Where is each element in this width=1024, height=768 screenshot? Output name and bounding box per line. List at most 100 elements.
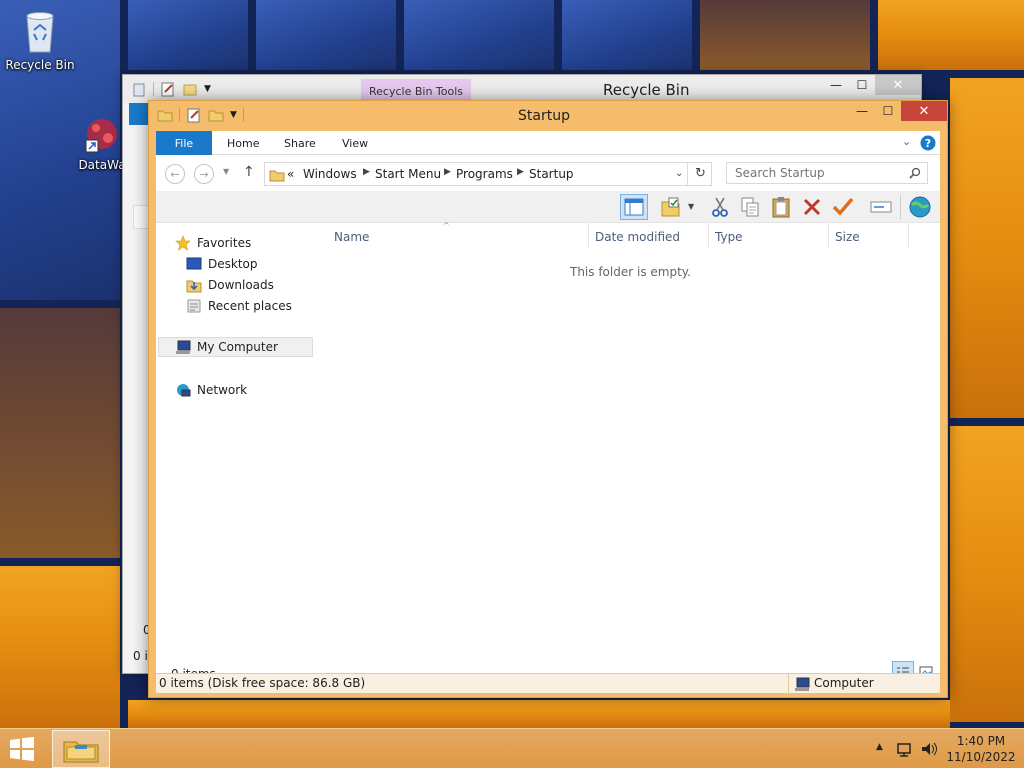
- nav-favorites-label: Favorites: [197, 236, 252, 250]
- quick-access-toolbar: ▼: [131, 81, 211, 97]
- nav-recent-places[interactable]: Recent places: [186, 296, 292, 316]
- new-folder-icon[interactable]: [182, 81, 198, 97]
- nav-downloads-label: Downloads: [208, 278, 274, 292]
- breadcrumb-windows[interactable]: Windows: [303, 167, 357, 181]
- start-button[interactable]: [8, 737, 36, 764]
- minimize-button[interactable]: —: [823, 75, 849, 95]
- expand-ribbon-icon[interactable]: ⌄: [902, 135, 911, 148]
- navigation-pane: Favorites Desktop Downloads Recent place…: [156, 223, 316, 647]
- rename-icon: [870, 201, 892, 213]
- column-header-date-modified[interactable]: Date modified: [595, 230, 680, 244]
- desktop-icon: [186, 257, 202, 270]
- clock[interactable]: 1:40 PM 11/10/2022: [946, 734, 1016, 764]
- minimize-button[interactable]: —: [849, 101, 875, 121]
- nav-downloads[interactable]: Downloads: [186, 275, 274, 295]
- wallpaper-pane: [878, 0, 1024, 70]
- taskbar-file-explorer-button[interactable]: [52, 730, 110, 768]
- nav-network[interactable]: Network: [175, 380, 247, 400]
- clock-time: 1:40 PM: [956, 734, 1006, 748]
- network-button[interactable]: [906, 194, 934, 220]
- nav-network-label: Network: [197, 383, 248, 397]
- nav-desktop[interactable]: Desktop: [186, 254, 258, 274]
- search-input[interactable]: [735, 166, 905, 180]
- tab-home[interactable]: Home: [227, 131, 259, 155]
- empty-folder-message: This folder is empty.: [570, 265, 691, 279]
- separator: [153, 82, 154, 96]
- nav-favorites[interactable]: Favorites: [175, 233, 251, 253]
- startup-title: Startup: [518, 108, 570, 124]
- recent-locations-dropdown[interactable]: ▼: [223, 167, 229, 176]
- tab-share[interactable]: Share: [284, 131, 316, 155]
- breadcrumb-startup[interactable]: Startup: [529, 167, 574, 181]
- column-header-name[interactable]: Name: [334, 230, 369, 244]
- properties-button[interactable]: [657, 194, 685, 220]
- properties-icon[interactable]: [160, 81, 176, 97]
- wallpaper-pane: [562, 0, 692, 70]
- wallpaper-pane: [128, 700, 950, 728]
- column-header-size[interactable]: Size: [835, 230, 860, 244]
- recycle-bin-titlebar[interactable]: ▼ Recycle Bin Tools Recycle Bin — ☐ ✕: [123, 75, 921, 103]
- cut-button[interactable]: [706, 194, 734, 220]
- nav-my-computer[interactable]: My Computer: [158, 337, 313, 357]
- breadcrumb-separator-icon[interactable]: ▶: [517, 167, 524, 177]
- taskbar: ▲ 1:40 PM 11/10/2022: [0, 728, 1024, 768]
- tab-file[interactable]: File: [156, 131, 212, 155]
- desktop-icon-label: DataWa: [78, 158, 126, 172]
- checkmark-icon: [832, 197, 854, 216]
- help-icon[interactable]: ?: [920, 135, 936, 151]
- network-tray-icon[interactable]: [896, 740, 914, 758]
- computer-icon: [795, 677, 810, 691]
- forward-button[interactable]: →: [194, 164, 214, 184]
- delete-button[interactable]: [798, 194, 826, 220]
- volume-tray-icon[interactable]: [920, 740, 938, 758]
- tab-view[interactable]: View: [342, 131, 368, 155]
- address-row: ← → ▼ ↑ « Windows ▶ Start Menu ▶ Program…: [156, 155, 940, 191]
- network-icon: [177, 384, 191, 397]
- up-button[interactable]: ↑: [243, 164, 255, 180]
- breadcrumb-separator-icon[interactable]: ▶: [444, 167, 451, 177]
- breadcrumb-separator-icon[interactable]: ▶: [363, 167, 370, 177]
- recycle-caption-buttons: — ☐ ✕: [823, 75, 921, 95]
- breadcrumb-overflow[interactable]: «: [287, 167, 294, 181]
- paste-button[interactable]: [767, 194, 795, 220]
- properties-dropdown-icon[interactable]: ▼: [688, 202, 694, 211]
- back-button[interactable]: ←: [165, 164, 185, 184]
- column-divider[interactable]: [828, 223, 829, 247]
- column-divider[interactable]: [588, 223, 589, 247]
- wallpaper-pane: [700, 0, 870, 70]
- customize-dropdown-icon[interactable]: ▼: [204, 84, 211, 94]
- separator: [788, 674, 789, 694]
- startup-titlebar[interactable]: ▼ Startup — ☐ ✕: [149, 101, 947, 131]
- rename-field-button[interactable]: [867, 194, 895, 220]
- scissors-icon: [712, 197, 728, 217]
- close-button[interactable]: ✕: [901, 101, 947, 121]
- file-list[interactable]: ^ Name Date modified Type Size This fold…: [321, 221, 940, 647]
- wallpaper-pane: [404, 0, 554, 70]
- maximize-button[interactable]: ☐: [849, 75, 875, 95]
- copy-icon: [741, 197, 759, 217]
- show-hidden-icons-button[interactable]: ▲: [876, 742, 883, 752]
- address-bar[interactable]: « Windows ▶ Start Menu ▶ Programs ▶ Star…: [264, 162, 712, 186]
- recycle-bin-small-icon: [133, 83, 145, 97]
- column-divider[interactable]: [708, 223, 709, 247]
- address-dropdown-icon[interactable]: ⌄: [675, 168, 683, 179]
- desktop-icon-recycle-bin[interactable]: Recycle Bin: [0, 8, 80, 72]
- search-box[interactable]: [726, 162, 928, 184]
- copy-button[interactable]: [736, 194, 764, 220]
- close-button[interactable]: ✕: [875, 75, 921, 95]
- status-disk-space: 0 items (Disk free space: 86.8 GB): [159, 676, 366, 690]
- computer-icon: [176, 340, 191, 354]
- file-explorer-icon: [63, 741, 99, 763]
- back-file-tab: [129, 103, 149, 125]
- preview-pane-button[interactable]: [620, 194, 648, 220]
- column-divider[interactable]: [908, 223, 909, 247]
- breadcrumb-programs[interactable]: Programs: [456, 167, 513, 181]
- column-header-type[interactable]: Type: [715, 230, 743, 244]
- rename-button[interactable]: [829, 194, 857, 220]
- startup-explorer-window[interactable]: ▼ Startup — ☐ ✕ File Home Share View ⌄ ?…: [148, 100, 948, 698]
- search-icon[interactable]: [909, 167, 921, 179]
- startup-caption-buttons: — ☐ ✕: [849, 101, 947, 121]
- breadcrumb-start-menu[interactable]: Start Menu: [375, 167, 441, 181]
- maximize-button[interactable]: ☐: [875, 101, 901, 121]
- refresh-icon[interactable]: ↻: [695, 166, 706, 181]
